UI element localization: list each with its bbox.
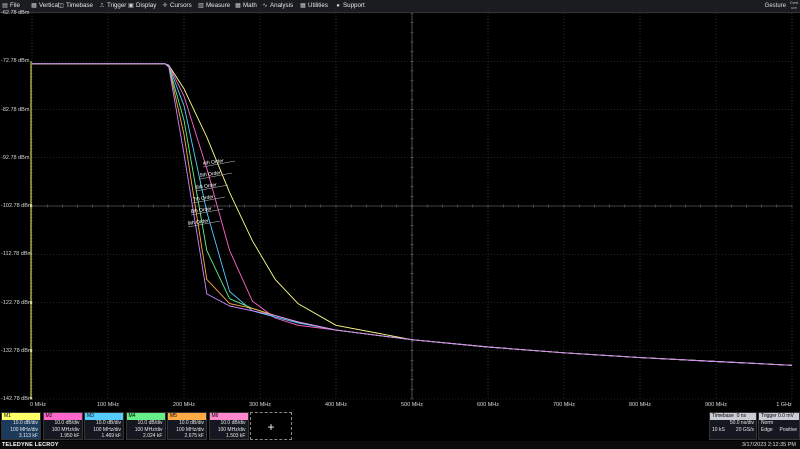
x-tick-label: 100 MHz [96, 402, 120, 408]
menu-math[interactable]: ▦ Math [235, 0, 257, 12]
status-bar: TELEDYNE LECROY 3/17/2023 2:12:35 PM [0, 441, 800, 449]
menu-label: File [10, 2, 20, 9]
channel-name: M5 [168, 413, 206, 420]
utilities-icon: ▦ [300, 3, 306, 9]
trigger-descriptor[interactable]: Trigger 0.0 mV Norm Edge Positive [758, 412, 800, 440]
timebase-icon: ◫ [58, 3, 64, 9]
menu-trigger[interactable]: ⎍ Trigger [99, 0, 126, 12]
timebase-samples: 10 kS [712, 427, 725, 433]
y-tick-label: -62.78 dBm [1, 10, 30, 16]
gesture-corner-icon[interactable]: Gest ure [788, 0, 800, 12]
y-tick-label: -92.78 dBm [1, 154, 30, 161]
trigger-icon: ⎍ [99, 3, 105, 9]
trigger-slope: Positive [779, 427, 797, 433]
menu-utilities[interactable]: ▦ Utilities [300, 0, 328, 12]
measure-icon: ▥ [198, 3, 204, 9]
x-tick-label: 600 MHz [476, 402, 500, 408]
menu-label: Trigger [107, 2, 127, 9]
order-annotation: 7th Order [192, 194, 214, 203]
menu-support[interactable]: ● Support [335, 0, 365, 12]
channel-name: M6 [209, 413, 248, 420]
y-tick-label: -72.78 dBm [1, 58, 30, 65]
x-tick-label: 200 MHz [172, 402, 196, 408]
channel-name: M3 [85, 413, 123, 420]
menu-label: Cursors [170, 2, 192, 9]
order-annotation: 4th Order [202, 158, 224, 167]
channel-name: M2 [43, 413, 82, 420]
channel-line3: 2.675 kF [184, 433, 204, 439]
menu-measure[interactable]: ▥ Measure [198, 0, 230, 12]
teledyne-lecroy-logo: TELEDYNE LECROY [2, 442, 59, 448]
channel-line3: 1.503 kF [226, 433, 246, 439]
trigger-mode: Norm [761, 420, 774, 426]
gesture-label[interactable]: Gesture [765, 0, 786, 12]
timebase-descriptor[interactable]: Timebase 0 ns 50.0 ns/div 10 kS 20 GS/s [709, 412, 757, 440]
analysis-icon: ∿ [262, 3, 268, 9]
math-icon: ▦ [235, 3, 241, 9]
channel-descriptor-m1[interactable]: M1 10.0 dB/div 100 MHz/div 3.113 kF [1, 412, 41, 440]
timebase-title: Timebase 0 ns [710, 413, 756, 420]
y-tick-label: -82.78 dBm [1, 106, 30, 113]
y-tick-label: -112.78 dBm [1, 251, 33, 258]
menu-label: Support [343, 2, 365, 9]
channel-descriptor-m3[interactable]: M3 10.0 dB/div 100 MHz/div 1.469 kF [84, 412, 124, 440]
trigger-title: Trigger 0.0 mV [759, 413, 799, 420]
channel-descriptor-m2[interactable]: M2 10.0 dB/div 100 MHz/div 1.950 kF [42, 412, 83, 440]
y-tick-label: -102.78 dBm [1, 203, 33, 209]
menu-label: Vertical [39, 2, 60, 9]
menu-label: Measure [206, 2, 231, 9]
x-tick-label: 700 MHz [552, 402, 576, 408]
channel-line3: 3.113 kF [18, 433, 38, 439]
date-time: 3/17/2023 2:12:35 PM [741, 442, 796, 448]
menu-label: Utilities [308, 2, 328, 9]
x-tick-label: 800 MHz [628, 402, 652, 408]
menu-display[interactable]: ▣ Display [128, 0, 156, 12]
spectrum-plot[interactable]: 4th Order 5th Order 6th Order 7th Order 8th … [0, 13, 800, 409]
channel-descriptor-m4[interactable]: M4 10.0 dB/div 100 MHz/div 2.024 kF [125, 412, 166, 440]
menu-bar: ▤ File ▦ Vertical ◫ Timebase ⎍ Trigger ▣ Display ✛… [0, 0, 800, 13]
channel-descriptor-m6[interactable]: M6 10.0 dB/div 100 MHz/div 1.503 kF [208, 412, 249, 440]
channel-descriptors: M1 10.0 dB/div 100 MHz/div 3.113 kF M2 10.0 d… [0, 412, 800, 440]
support-icon: ● [336, 3, 340, 9]
menu-cursors[interactable]: ✛ Cursors [162, 0, 192, 12]
channel-name: M4 [126, 413, 165, 420]
vertical-icon: ▦ [31, 3, 37, 9]
menu-label: Analysis [270, 2, 294, 9]
x-tick-label: 1 GHz [776, 402, 792, 408]
menu-vertical[interactable]: ▦ Vertical [31, 0, 59, 12]
channel-name: M1 [2, 413, 40, 420]
trigger-type: Edge [761, 427, 773, 433]
add-trace-button[interactable]: + [250, 412, 292, 440]
display-icon: ▣ [128, 3, 134, 9]
menu-label: Math [243, 2, 257, 9]
menu-analysis[interactable]: ∿ Analysis [262, 0, 293, 12]
menu-label: Display [136, 2, 157, 9]
waveform-grid[interactable]: 4th Order 5th Order 6th Order 7th Order 8th … [0, 10, 800, 409]
cursors-icon: ✛ [162, 3, 168, 9]
y-tick-label: -132.78 dBm [1, 347, 33, 354]
x-tick-label: 300 MHz [248, 402, 272, 408]
x-tick-label: 400 MHz [324, 402, 348, 408]
channel-line3: 2.024 kF [143, 433, 163, 439]
x-tick-label: 0 MHz [30, 402, 46, 408]
channel-line3: 1.469 kF [101, 433, 121, 439]
channel-line3: 1.950 kF [60, 433, 80, 439]
menu-label: Timebase [66, 2, 93, 9]
menu-timebase[interactable]: ◫ Timebase [58, 0, 93, 12]
order-annotation: 8th Order [190, 206, 212, 215]
y-tick-label: -122.78 dBm [1, 299, 33, 306]
channel-descriptor-m5[interactable]: M5 10.0 dB/div 100 MHz/div 2.675 kF [167, 412, 207, 440]
order-annotation: 6th Order [195, 182, 217, 191]
order-annotation: 5th Order [199, 170, 221, 179]
timebase-rate: 50.0 ns/div [729, 420, 754, 426]
timebase-sample-rate: 20 GS/s [735, 427, 754, 433]
y-tick-label: -142.78 dBm [1, 396, 33, 402]
x-tick-label: 500 MHz [400, 402, 424, 408]
x-tick-label: 900 MHz [704, 402, 728, 408]
